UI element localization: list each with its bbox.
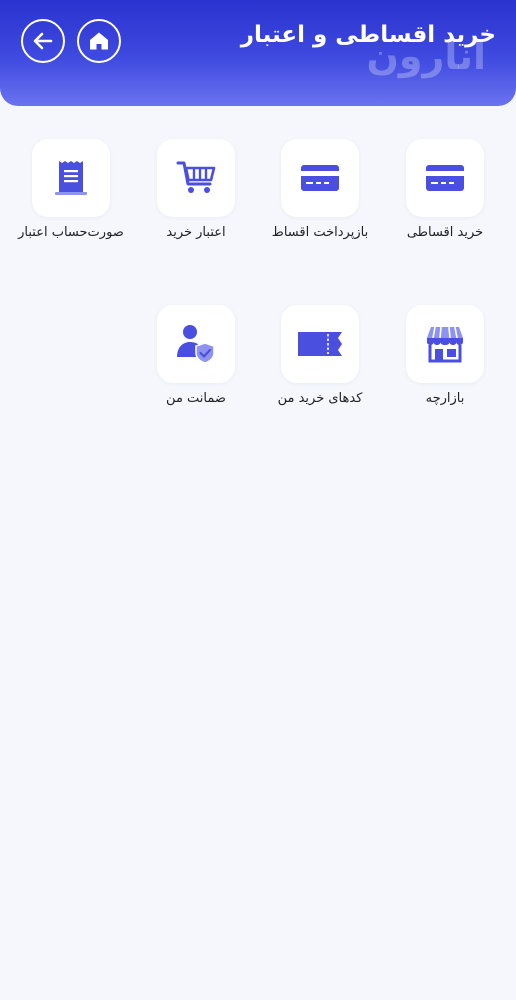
home-icon bbox=[90, 32, 108, 50]
menu-item-label: بازارچه bbox=[425, 391, 465, 406]
back-button[interactable] bbox=[21, 19, 65, 63]
menu-item-my-purchase-codes[interactable]: کدهای خرید من bbox=[258, 305, 382, 415]
menu-item-icon-box bbox=[281, 139, 359, 217]
menu-item-label: کدهای خرید من bbox=[277, 391, 363, 406]
user-shield-icon bbox=[177, 325, 215, 364]
menu-item-marketplace[interactable]: بازارچه bbox=[383, 305, 507, 415]
ticket-icon bbox=[298, 332, 342, 356]
menu-item-icon-box bbox=[406, 139, 484, 217]
menu-item-icon-box bbox=[157, 139, 235, 217]
menu-item-installment-repayment[interactable]: بازپرداخت اقساط bbox=[258, 139, 382, 249]
menu-item-icon-box bbox=[32, 139, 110, 217]
shopping-cart-icon bbox=[176, 161, 216, 193]
menu-item-label: اعتبار خرید bbox=[166, 225, 226, 240]
home-button[interactable] bbox=[77, 19, 121, 63]
menu-item-icon-box bbox=[406, 305, 484, 383]
menu-item-label: خرید اقساطی bbox=[406, 225, 484, 240]
menu-item-label: صورت‌حساب اعتبار bbox=[18, 225, 124, 240]
menu-item-credit-statement[interactable]: صورت‌حساب اعتبار bbox=[9, 139, 133, 249]
menu-item-purchase-credit[interactable]: اعتبار خرید bbox=[134, 139, 258, 249]
menu-item-label: ضمانت من bbox=[166, 391, 226, 406]
menu-item-label: بازپرداخت اقساط bbox=[271, 225, 369, 240]
store-icon bbox=[427, 326, 463, 363]
menu-item-my-guarantee[interactable]: ضمانت من bbox=[134, 305, 258, 415]
receipt-icon bbox=[55, 161, 87, 195]
menu-item-icon-box bbox=[281, 305, 359, 383]
menu-item-installment-purchase[interactable]: خرید اقساطی bbox=[383, 139, 507, 249]
credit-card-icon bbox=[301, 165, 339, 191]
menu-item-icon-box bbox=[157, 305, 235, 383]
app-header: انارون خرید اقساطی و اعتبار bbox=[0, 0, 516, 106]
credit-card-icon bbox=[426, 165, 464, 191]
arrow-left-icon bbox=[33, 32, 53, 50]
page-title: خرید اقساطی و اعتبار bbox=[240, 22, 496, 48]
